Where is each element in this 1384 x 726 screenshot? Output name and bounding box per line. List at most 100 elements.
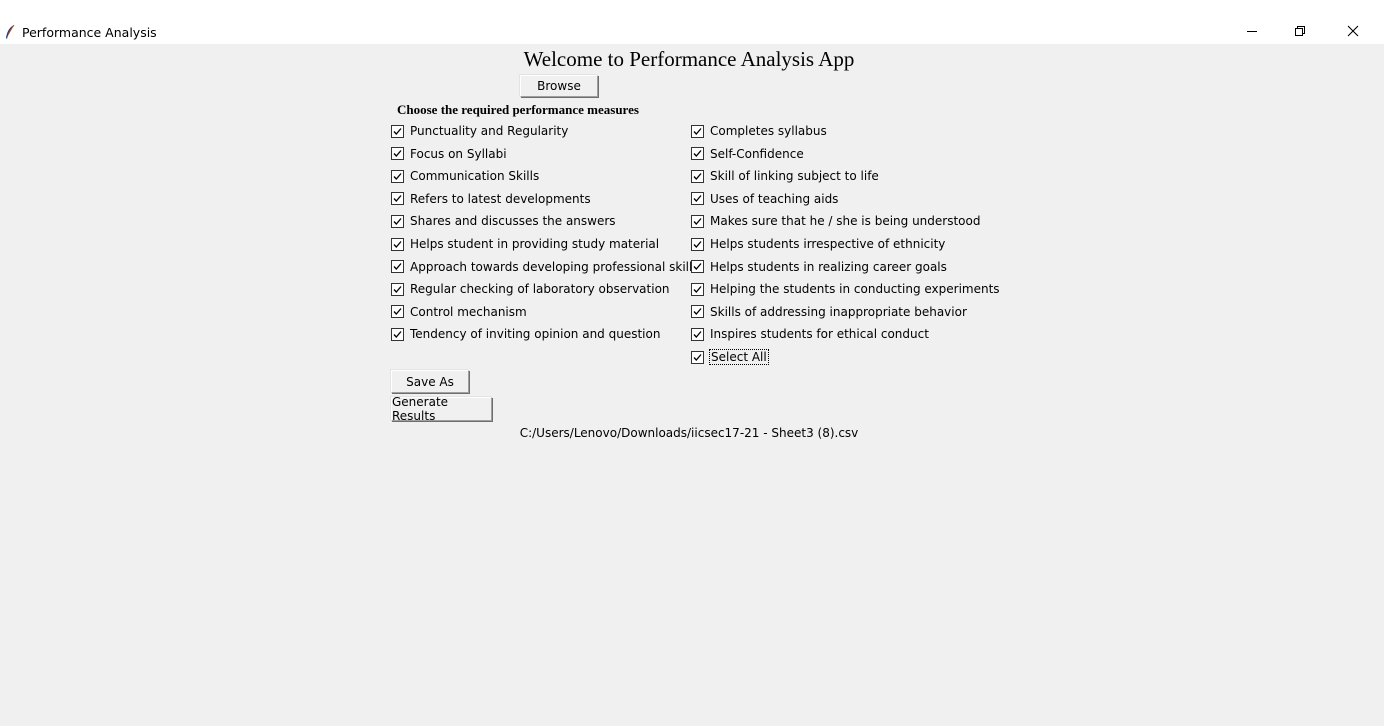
checkmark-icon (693, 263, 702, 271)
measure-checkbox[interactable]: Shares and discusses the answers (391, 212, 616, 230)
measure-checkbox[interactable]: Uses of teaching aids (691, 190, 838, 208)
checkbox-box[interactable] (691, 282, 704, 296)
checkbox-box[interactable] (391, 282, 404, 296)
measure-checkbox[interactable]: Helps student in providing study materia… (391, 235, 659, 253)
checkmark-icon (693, 285, 702, 293)
measure-label: Approach towards developing professional… (410, 259, 699, 274)
checkmark-icon (393, 263, 402, 271)
measure-checkbox[interactable]: Helps students in realizing career goals (691, 258, 947, 276)
minimize-icon (1247, 31, 1257, 32)
checkmark-icon (693, 150, 702, 158)
measure-label: Focus on Syllabi (410, 146, 507, 161)
checkmark-icon (693, 240, 702, 248)
checkmark-icon (393, 217, 402, 225)
checkbox-box[interactable] (391, 147, 404, 161)
checkmark-icon (693, 217, 702, 225)
measure-label: Communication Skills (410, 169, 540, 184)
checkbox-box[interactable] (391, 124, 404, 138)
measure-label: Uses of teaching aids (710, 191, 839, 206)
browse-button[interactable]: Browse (520, 75, 598, 97)
close-button[interactable] (1330, 20, 1376, 42)
measure-label: Regular checking of laboratory observati… (410, 282, 670, 297)
measure-label: Helps students in realizing career goals (710, 259, 947, 274)
measure-label: Helps student in providing study materia… (410, 237, 660, 251)
measure-label: Inspires students for ethical conduct (710, 327, 929, 342)
checkbox-box[interactable] (691, 305, 704, 319)
measure-checkbox[interactable]: Inspires students for ethical conduct (691, 325, 929, 343)
measure-label: Self-Confidence (710, 146, 804, 161)
measure-checkbox[interactable]: Approach towards developing professional… (391, 258, 699, 276)
minimize-button[interactable] (1229, 20, 1275, 42)
checkbox-box[interactable] (691, 237, 704, 251)
measure-label: Completes syllabus (710, 124, 827, 138)
measure-checkbox[interactable]: Regular checking of laboratory observati… (391, 280, 670, 298)
main-window: Welcome to Performance Analysis App Brow… (0, 44, 1384, 726)
checkmark-icon (693, 353, 702, 361)
measure-label: Refers to latest developments (410, 191, 591, 206)
window-title: Performance Analysis (22, 25, 157, 40)
checkbox-box[interactable] (391, 214, 404, 228)
checkbox-box[interactable] (391, 260, 404, 274)
checkbox-box[interactable] (391, 327, 404, 341)
generate-results-button[interactable]: Generate Results (391, 395, 492, 423)
checkmark-icon (693, 127, 702, 135)
measure-label: Makes sure that he / she is being unders… (710, 214, 981, 229)
checkbox-box[interactable] (691, 214, 704, 228)
checkbox-box[interactable] (691, 260, 704, 274)
measure-checkbox[interactable]: Helping the students in conducting exper… (691, 280, 1000, 298)
measure-label: Helping the students in conducting exper… (710, 282, 1000, 297)
checkmark-icon (393, 285, 402, 293)
feather-icon (6, 24, 15, 39)
checkmark-icon (393, 240, 402, 248)
measure-label: Skills of addressing inappropriate behav… (710, 304, 967, 319)
measure-checkbox[interactable]: Focus on Syllabi (391, 145, 507, 163)
select-all-label: Select All (709, 349, 769, 365)
checkbox-box[interactable] (691, 192, 704, 206)
checkbox-box[interactable] (391, 169, 404, 183)
measure-checkbox[interactable]: Tendency of inviting opinion and questio… (391, 325, 660, 343)
select-all-checkbox[interactable]: Select All (691, 348, 769, 366)
measure-label: Shares and discusses the answers (410, 214, 616, 229)
measure-checkbox[interactable]: Refers to latest developments (391, 190, 591, 208)
checkmark-icon (693, 330, 702, 338)
title-bar: Performance Analysis (0, 0, 1384, 44)
checkmark-icon (393, 127, 402, 135)
measure-label: Punctuality and Regularity (410, 124, 569, 138)
measure-checkbox[interactable]: Helps students irrespective of ethnicity (691, 235, 945, 253)
checkmark-icon (693, 172, 702, 180)
measure-checkbox[interactable]: Skill of linking subject to life (691, 167, 879, 185)
checkbox-box[interactable] (391, 237, 404, 251)
checkbox-box[interactable] (691, 327, 704, 341)
file-path-label: C:/Users/Lenovo/Downloads/iicsec17-21 - … (519, 426, 859, 440)
measure-checkbox[interactable]: Punctuality and Regularity (391, 122, 568, 140)
checkbox-box[interactable] (691, 124, 704, 138)
checkbox-box[interactable] (391, 192, 404, 206)
close-icon (1347, 25, 1359, 37)
measure-checkbox[interactable]: Completes syllabus (691, 122, 827, 140)
measure-label: Helps students irrespective of ethnicity (710, 237, 946, 251)
checkmark-icon (393, 330, 402, 338)
measure-checkbox[interactable]: Control mechanism (391, 303, 527, 321)
measure-label: Tendency of inviting opinion and questio… (410, 327, 661, 342)
choose-measures-label: Choose the required performance measures (397, 102, 639, 117)
welcome-heading: Welcome to Performance Analysis App (523, 47, 855, 71)
checkmark-icon (393, 150, 402, 158)
checkmark-icon (393, 308, 402, 316)
measure-checkbox[interactable]: Skills of addressing inappropriate behav… (691, 303, 967, 321)
measure-label: Skill of linking subject to life (710, 169, 879, 184)
restore-button[interactable] (1277, 20, 1323, 42)
measure-checkbox[interactable]: Makes sure that he / she is being unders… (691, 212, 980, 230)
checkmark-icon (393, 172, 402, 180)
save-as-button[interactable]: Save As (391, 370, 469, 393)
restore-icon (1295, 26, 1305, 36)
checkbox-box[interactable] (391, 305, 404, 319)
checkbox-box[interactable] (691, 350, 704, 364)
measure-checkbox[interactable]: Communication Skills (391, 167, 539, 185)
checkmark-icon (693, 195, 702, 203)
checkmark-icon (693, 308, 702, 316)
measure-label: Control mechanism (410, 304, 527, 319)
checkbox-box[interactable] (691, 169, 704, 183)
checkmark-icon (393, 195, 402, 203)
checkbox-box[interactable] (691, 147, 704, 161)
measure-checkbox[interactable]: Self-Confidence (691, 145, 804, 163)
